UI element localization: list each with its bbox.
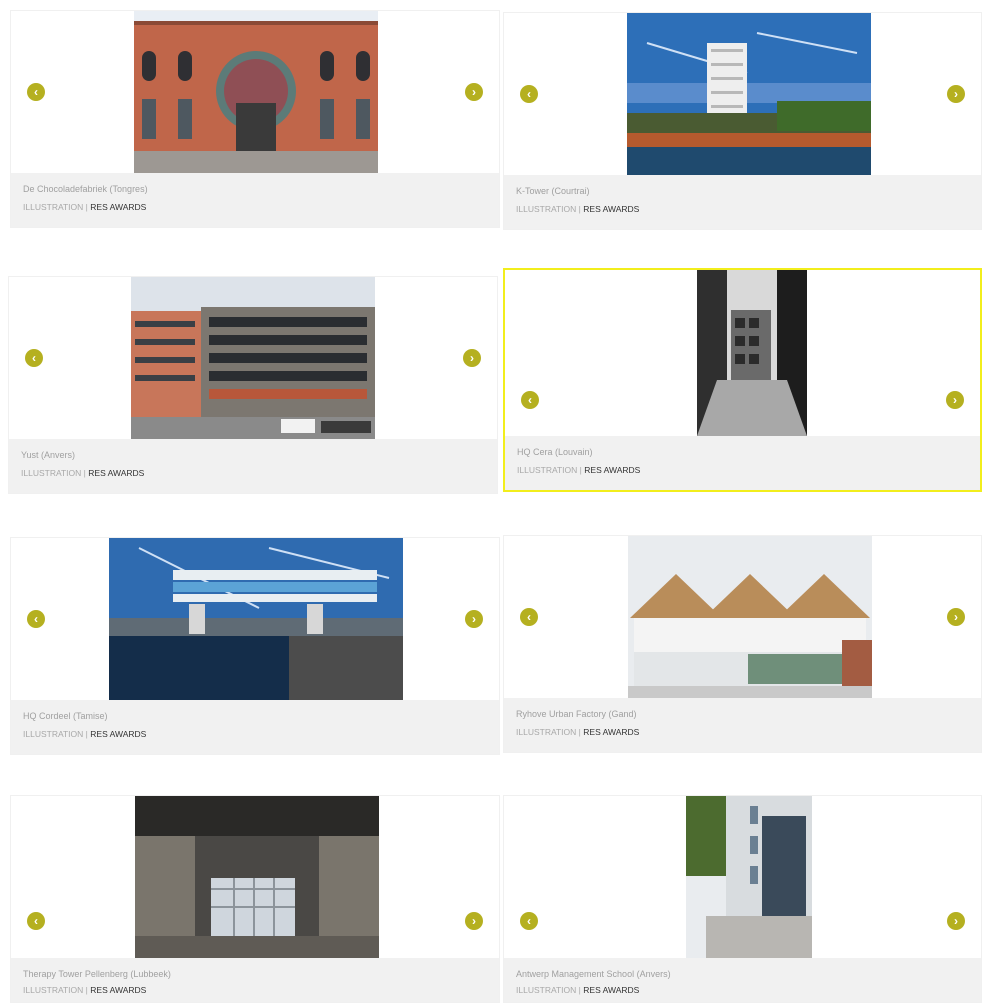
tag-link[interactable]: RES AWARDS — [584, 465, 640, 475]
category-link[interactable]: ILLUSTRATION — [23, 729, 83, 739]
tag-separator: | — [85, 202, 88, 212]
project-card[interactable]: ‹ › HQ Cordeel (Tamise) ILLUSTRATION | R… — [10, 537, 500, 755]
next-arrow-icon[interactable]: › — [465, 912, 483, 930]
project-title[interactable]: Ryhove Urban Factory (Gand) — [516, 708, 969, 720]
tag-separator: | — [83, 468, 86, 478]
card-caption: K-Tower (Courtrai) ILLUSTRATION | RES AW… — [504, 175, 981, 229]
card-media: ‹ › — [11, 11, 499, 173]
project-title[interactable]: De Chocoladefabriek (Tongres) — [23, 183, 487, 195]
project-photo[interactable] — [627, 13, 871, 175]
project-card[interactable]: ‹ › Antwerp Management School (Anvers) I… — [503, 795, 982, 1003]
card-media: ‹ › — [505, 270, 980, 436]
card-caption: Antwerp Management School (Anvers) ILLUS… — [504, 958, 981, 1002]
card-media: ‹ › — [11, 538, 499, 700]
next-arrow-icon[interactable]: › — [947, 85, 965, 103]
project-photo[interactable] — [131, 277, 375, 439]
card-caption: Yust (Anvers) ILLUSTRATION | RES AWARDS — [9, 439, 497, 493]
project-card-selected[interactable]: ‹ › HQ Cera (Louvain) ILLUSTRATION | RES… — [503, 268, 982, 492]
next-arrow-icon[interactable]: › — [465, 610, 483, 628]
project-tags: ILLUSTRATION | RES AWARDS — [23, 201, 487, 213]
project-photo[interactable] — [686, 796, 812, 958]
tag-separator: | — [85, 985, 88, 995]
project-tags: ILLUSTRATION | RES AWARDS — [516, 726, 969, 738]
card-media: ‹ › — [11, 796, 499, 958]
project-photo[interactable] — [135, 796, 379, 958]
tag-link[interactable]: RES AWARDS — [90, 729, 146, 739]
card-caption: HQ Cordeel (Tamise) ILLUSTRATION | RES A… — [11, 700, 499, 754]
tag-link[interactable]: RES AWARDS — [90, 985, 146, 995]
tag-link[interactable]: RES AWARDS — [583, 985, 639, 995]
project-photo[interactable] — [109, 538, 403, 700]
card-media: ‹ › — [504, 796, 981, 958]
project-title[interactable]: Antwerp Management School (Anvers) — [516, 968, 969, 980]
prev-arrow-icon[interactable]: ‹ — [25, 349, 43, 367]
project-tags: ILLUSTRATION | RES AWARDS — [23, 728, 487, 740]
project-card[interactable]: ‹ › Yust (Anvers) ILLUSTRATION | RES AWA… — [8, 276, 498, 494]
project-title[interactable]: HQ Cera (Louvain) — [517, 446, 968, 458]
card-media: ‹ › — [9, 277, 497, 439]
prev-arrow-icon[interactable]: ‹ — [521, 391, 539, 409]
tag-separator: | — [578, 204, 581, 214]
card-caption: HQ Cera (Louvain) ILLUSTRATION | RES AWA… — [505, 436, 980, 490]
category-link[interactable]: ILLUSTRATION — [516, 985, 576, 995]
project-tags: ILLUSTRATION | RES AWARDS — [516, 984, 969, 996]
tag-separator: | — [578, 985, 581, 995]
project-photo[interactable] — [134, 11, 378, 173]
tag-link[interactable]: RES AWARDS — [88, 468, 144, 478]
project-title[interactable]: Therapy Tower Pellenberg (Lubbeek) — [23, 968, 487, 980]
category-link[interactable]: ILLUSTRATION — [517, 465, 577, 475]
tag-separator: | — [85, 729, 88, 739]
card-media: ‹ › — [504, 536, 981, 698]
tag-link[interactable]: RES AWARDS — [90, 202, 146, 212]
card-caption: De Chocoladefabriek (Tongres) ILLUSTRATI… — [11, 173, 499, 227]
project-tags: ILLUSTRATION | RES AWARDS — [21, 467, 485, 479]
prev-arrow-icon[interactable]: ‹ — [27, 610, 45, 628]
next-arrow-icon[interactable]: › — [947, 608, 965, 626]
prev-arrow-icon[interactable]: ‹ — [520, 912, 538, 930]
card-media: ‹ › — [504, 13, 981, 175]
category-link[interactable]: ILLUSTRATION — [23, 985, 83, 995]
prev-arrow-icon[interactable]: ‹ — [520, 608, 538, 626]
tag-separator: | — [579, 465, 582, 475]
project-card[interactable]: ‹ › De Chocoladefabriek (Tongres) ILLUST… — [10, 10, 500, 228]
next-arrow-icon[interactable]: › — [463, 349, 481, 367]
prev-arrow-icon[interactable]: ‹ — [520, 85, 538, 103]
category-link[interactable]: ILLUSTRATION — [23, 202, 83, 212]
category-link[interactable]: ILLUSTRATION — [516, 727, 576, 737]
project-photo[interactable] — [697, 270, 807, 436]
project-title[interactable]: K-Tower (Courtrai) — [516, 185, 969, 197]
tag-link[interactable]: RES AWARDS — [583, 727, 639, 737]
project-tags: ILLUSTRATION | RES AWARDS — [23, 984, 487, 996]
project-tags: ILLUSTRATION | RES AWARDS — [516, 203, 969, 215]
next-arrow-icon[interactable]: › — [946, 391, 964, 409]
prev-arrow-icon[interactable]: ‹ — [27, 912, 45, 930]
prev-arrow-icon[interactable]: ‹ — [27, 83, 45, 101]
project-title[interactable]: HQ Cordeel (Tamise) — [23, 710, 487, 722]
card-caption: Ryhove Urban Factory (Gand) ILLUSTRATION… — [504, 698, 981, 752]
project-tags: ILLUSTRATION | RES AWARDS — [517, 464, 968, 476]
category-link[interactable]: ILLUSTRATION — [21, 468, 81, 478]
next-arrow-icon[interactable]: › — [465, 83, 483, 101]
next-arrow-icon[interactable]: › — [947, 912, 965, 930]
tag-separator: | — [578, 727, 581, 737]
project-card[interactable]: ‹ › Therapy Tower Pellenberg (Lubbeek) I… — [10, 795, 500, 1003]
project-title[interactable]: Yust (Anvers) — [21, 449, 485, 461]
category-link[interactable]: ILLUSTRATION — [516, 204, 576, 214]
project-card[interactable]: ‹ › K-Tower (Courtrai) ILLUSTRATION | RE… — [503, 12, 982, 230]
project-photo[interactable] — [628, 536, 872, 698]
tag-link[interactable]: RES AWARDS — [583, 204, 639, 214]
project-card[interactable]: ‹ › Ryhove Urban Factory (Gand) ILLUSTRA… — [503, 535, 982, 753]
card-caption: Therapy Tower Pellenberg (Lubbeek) ILLUS… — [11, 958, 499, 1002]
